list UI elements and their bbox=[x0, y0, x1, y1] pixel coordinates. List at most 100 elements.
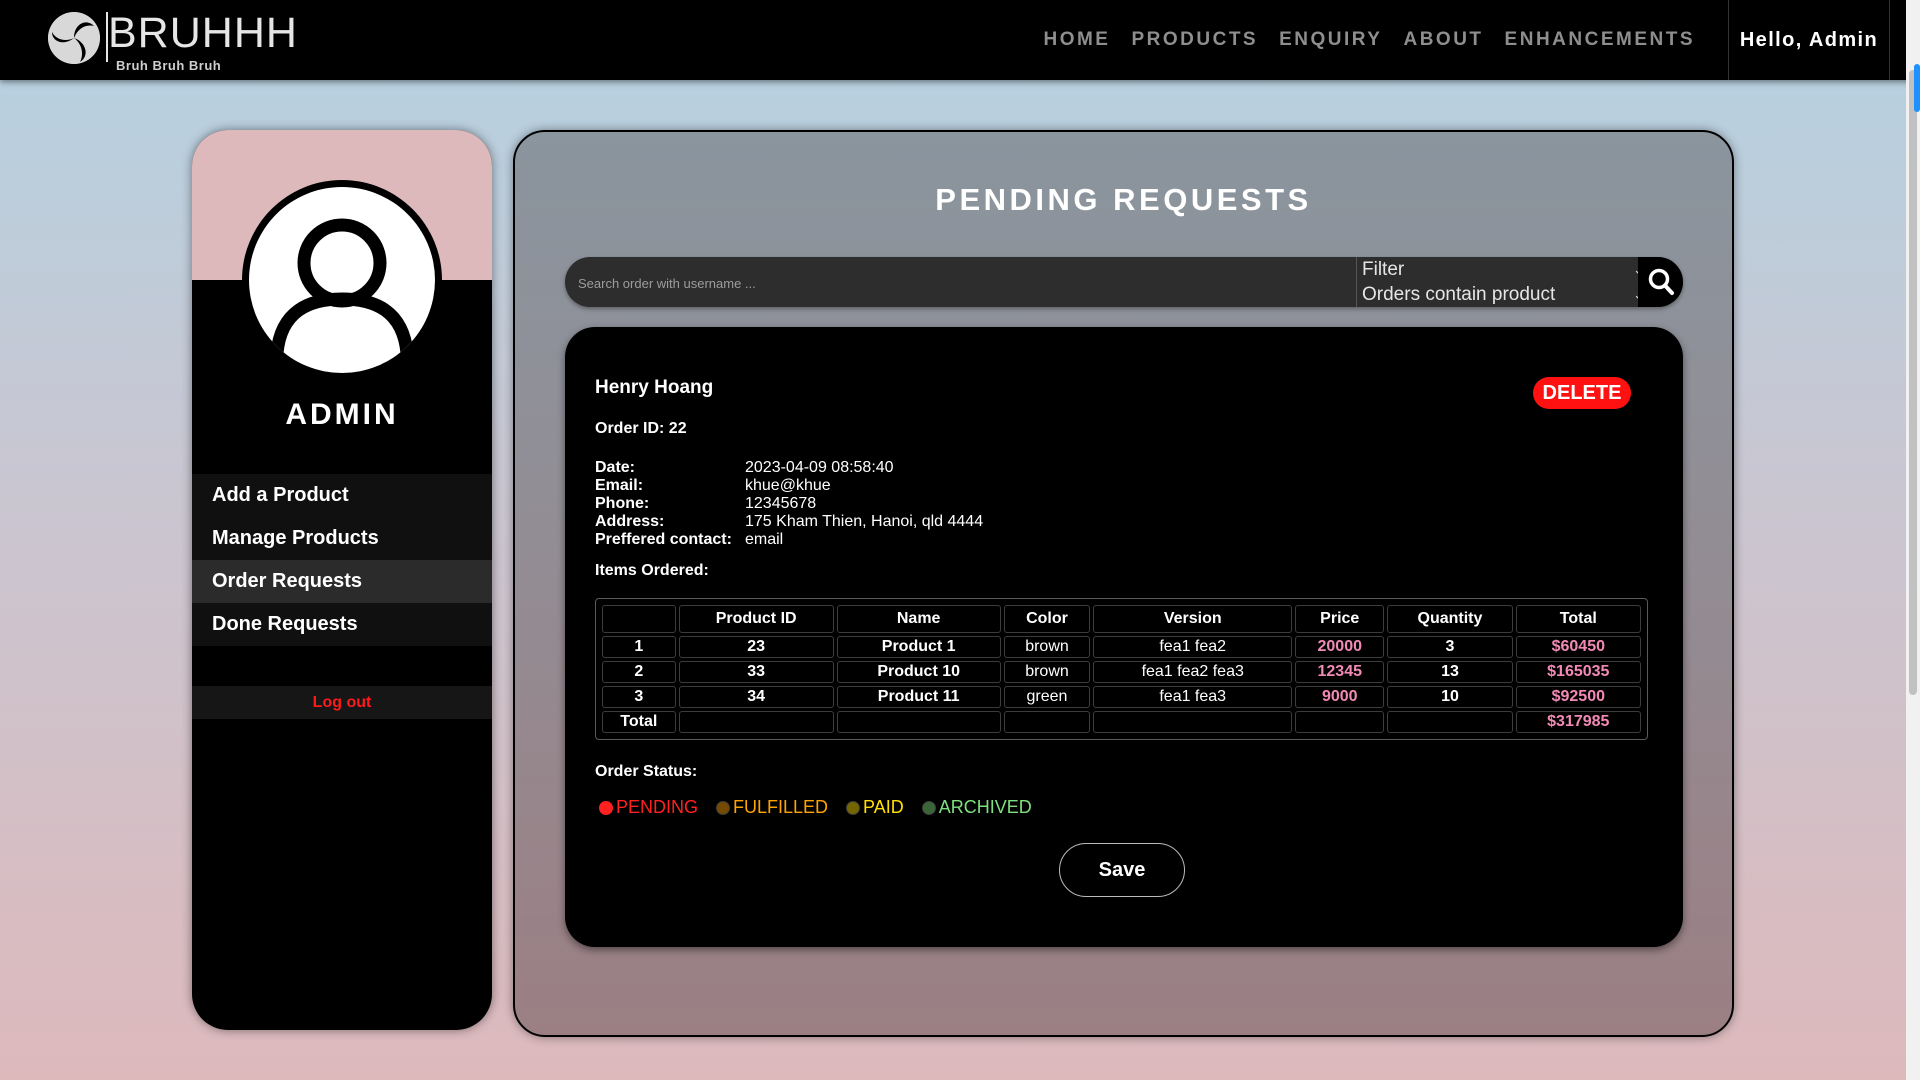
search-button[interactable] bbox=[1638, 257, 1683, 307]
status-option-pending[interactable]: PENDING bbox=[599, 797, 698, 818]
status-radio-fulfilled[interactable] bbox=[716, 800, 731, 815]
cell-price: 20000 bbox=[1295, 636, 1385, 658]
cell-color: brown bbox=[1003, 636, 1091, 658]
cell-name: Product 1 bbox=[836, 636, 1001, 658]
filter-value: Orders contain product bbox=[1362, 284, 1556, 305]
search-bar: Filter ⌄ Orders contain product ⌄ bbox=[565, 257, 1683, 307]
brand-logo[interactable]: BRUHHH Bruh Bruh Bruh bbox=[48, 10, 297, 73]
page-scrollbar[interactable] bbox=[1906, 0, 1920, 1080]
logout-link[interactable]: Log out bbox=[192, 686, 492, 719]
cell-empty bbox=[1387, 711, 1513, 733]
status-label-archived: ARCHIVED bbox=[938, 797, 1032, 817]
sidebar-item-done-requests[interactable]: Done Requests bbox=[192, 603, 492, 646]
order-id: Order ID: 22 bbox=[595, 420, 687, 437]
cell-color: green bbox=[1003, 686, 1091, 708]
cell-product-id: 23 bbox=[678, 636, 834, 658]
table-total-row: Total $317985 bbox=[602, 711, 1641, 733]
order-status-options: PENDING FULFILLED PAID ARCHIVED bbox=[599, 797, 1050, 818]
nav-enquiry[interactable]: ENQUIRY bbox=[1279, 29, 1382, 51]
sidebar-menu: Add a Product Manage Products Order Requ… bbox=[192, 474, 492, 646]
sidebar-item-add-product[interactable]: Add a Product bbox=[192, 474, 492, 517]
cell-quantity: 3 bbox=[1387, 636, 1513, 658]
status-radio-archived[interactable] bbox=[921, 800, 936, 815]
cell-price: 9000 bbox=[1295, 686, 1385, 708]
cell-empty bbox=[1295, 711, 1385, 733]
cell-total-label: Total bbox=[602, 711, 676, 733]
detail-label: Preffered contact: bbox=[595, 531, 732, 548]
nav-about[interactable]: ABOUT bbox=[1403, 29, 1483, 51]
status-option-fulfilled[interactable]: FULFILLED bbox=[716, 797, 828, 818]
user-greeting[interactable]: Hello, Admin bbox=[1728, 0, 1890, 80]
brand-title: BRUHHH bbox=[108, 9, 298, 57]
status-label-pending: PENDING bbox=[616, 797, 699, 817]
detail-value: email bbox=[745, 531, 784, 548]
order-card: Henry Hoang DELETE Order ID: 22 Date: 20… bbox=[565, 327, 1683, 947]
cell-empty bbox=[836, 711, 1001, 733]
column-header: Price bbox=[1295, 605, 1385, 633]
cell-empty bbox=[1093, 711, 1293, 733]
cell-color: brown bbox=[1003, 661, 1091, 683]
user-avatar-icon bbox=[249, 187, 435, 373]
status-radio-paid[interactable] bbox=[846, 800, 861, 815]
filter-label: Filter bbox=[1362, 259, 1405, 280]
cell-empty bbox=[678, 711, 834, 733]
detail-label: Date: bbox=[595, 459, 636, 476]
page-title: PENDING REQUESTS bbox=[935, 182, 1312, 217]
cell-total: $60450 bbox=[1515, 636, 1641, 658]
status-option-archived[interactable]: ARCHIVED bbox=[921, 797, 1032, 818]
detail-label: Email: bbox=[595, 477, 644, 494]
status-option-paid[interactable]: PAID bbox=[846, 797, 904, 818]
detail-row-address: Address: 175 Kham Thien, Hanoi, qld 4444 bbox=[595, 513, 983, 531]
nav-home[interactable]: HOME bbox=[1043, 29, 1110, 51]
column-header: Total bbox=[1515, 605, 1641, 633]
column-header: Name bbox=[836, 605, 1001, 633]
sidebar-item-order-requests[interactable]: Order Requests bbox=[192, 560, 492, 603]
column-header: Product ID bbox=[678, 605, 834, 633]
filter-value-row[interactable]: Orders contain product ⌄ bbox=[1357, 282, 1650, 307]
scrollbar-thumb[interactable] bbox=[1909, 70, 1917, 695]
status-radio-pending[interactable] bbox=[599, 800, 613, 815]
table-row: 1 23 Product 1 brown fea1 fea2 20000 3 $… bbox=[602, 636, 1641, 658]
status-label-paid: PAID bbox=[863, 797, 904, 817]
nav-products[interactable]: PRODUCTS bbox=[1131, 29, 1258, 51]
detail-value: 2023-04-09 08:58:40 bbox=[745, 459, 894, 476]
items-table: Product ID Name Color Version Price Quan… bbox=[595, 598, 1648, 740]
top-navbar: BRUHHH Bruh Bruh Bruh HOME PRODUCTS ENQU… bbox=[0, 0, 1920, 80]
cell-version: fea1 fea2 bbox=[1093, 636, 1293, 658]
delete-button[interactable]: DELETE bbox=[1533, 377, 1631, 409]
cell-grand-total: $317985 bbox=[1515, 711, 1641, 733]
filter-select[interactable]: Filter ⌄ Orders contain product ⌄ bbox=[1356, 257, 1650, 307]
order-status-label: Order Status: bbox=[595, 763, 698, 780]
filter-label-row[interactable]: Filter ⌄ bbox=[1357, 257, 1650, 282]
detail-value: 175 Kham Thien, Hanoi, qld 4444 bbox=[745, 513, 984, 530]
cell-index: 3 bbox=[602, 686, 676, 708]
brand-subtitle: Bruh Bruh Bruh bbox=[116, 58, 222, 73]
search-icon bbox=[1648, 268, 1674, 295]
detail-row-email: Email: khue@khue bbox=[595, 477, 983, 495]
detail-label: Phone: bbox=[595, 495, 650, 512]
table-row: 3 34 Product 11 green fea1 fea3 9000 10 … bbox=[602, 686, 1641, 708]
cell-total: $92500 bbox=[1515, 686, 1641, 708]
cell-name: Product 10 bbox=[836, 661, 1001, 683]
search-input[interactable] bbox=[565, 257, 1356, 307]
cell-product-id: 33 bbox=[678, 661, 834, 683]
main-nav: HOME PRODUCTS ENQUIRY ABOUT ENHANCEMENTS bbox=[1022, 0, 1695, 80]
scroll-indicator bbox=[1914, 64, 1920, 112]
cell-name: Product 11 bbox=[836, 686, 1001, 708]
main-panel: PENDING REQUESTS Filter ⌄ Orders contain… bbox=[513, 130, 1734, 1037]
nav-enhancements[interactable]: ENHANCEMENTS bbox=[1505, 29, 1695, 51]
detail-row-contact: Preffered contact: email bbox=[595, 531, 983, 549]
cell-index: 2 bbox=[602, 661, 676, 683]
cell-product-id: 34 bbox=[678, 686, 834, 708]
detail-value: 12345678 bbox=[745, 495, 817, 512]
column-header bbox=[602, 605, 676, 633]
logo-swirl-icon bbox=[48, 12, 100, 64]
customer-name: Henry Hoang bbox=[595, 377, 714, 398]
cell-empty bbox=[1003, 711, 1091, 733]
sidebar-item-manage-products[interactable]: Manage Products bbox=[192, 517, 492, 560]
items-ordered-label: Items Ordered: bbox=[595, 562, 709, 579]
save-button[interactable]: Save bbox=[1059, 843, 1185, 897]
table-header-row: Product ID Name Color Version Price Quan… bbox=[602, 605, 1641, 633]
table-row: 2 33 Product 10 brown fea1 fea2 fea3 123… bbox=[602, 661, 1641, 683]
avatar bbox=[242, 180, 442, 380]
